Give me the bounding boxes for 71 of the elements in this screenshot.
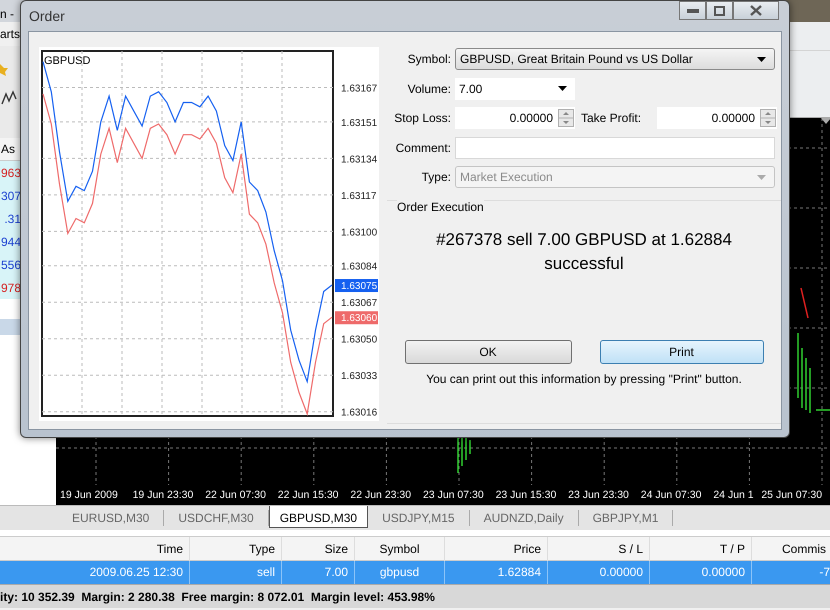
chart-title: GBPUSD [44,55,90,67]
axis-label: 22 Jun 23:30 [350,489,412,501]
caret-icon [757,174,766,180]
volume-field[interactable]: 7.00 [455,78,575,100]
axis-label: 1.63016 [341,408,378,419]
field-label: Comment: [394,140,452,154]
axis-label: 25 Jun 07:30 [761,489,824,501]
table-cell-text: -7 [818,564,830,581]
comment-field[interactable] [455,136,775,158]
field-label: Stop Loss: [393,111,452,125]
result-message: #267378 sell 7.00 GBPUSD at 1.62884 [436,228,732,250]
chart-tab[interactable]: USDJPY,M15 [368,510,470,526]
close-icon [750,5,762,16]
dialog-button[interactable]: OK [404,340,572,364]
caret-icon [757,56,766,62]
axis-label: 22 Jun 07:30 [205,489,267,501]
chart-tab[interactable]: GBPUSD,M30 [268,506,368,528]
axis-label: 1.63084 [341,262,378,273]
chart-tab[interactable]: GBPJPY,M1 [578,510,674,526]
minimize-icon [686,8,698,12]
group-title: Order Execution [397,200,484,214]
maximize-button[interactable] [706,1,733,20]
axis-label: 23 Jun 23:30 [568,489,630,501]
axis-label: 19 Jun 23:30 [132,489,194,501]
price-value: 963 [0,166,21,178]
field-label: Volume: [406,82,452,96]
axis-label: 1.63134 [341,154,378,166]
hint-text: You can print out this information by pressing "Print" button. [426,372,742,386]
caret-icon [558,86,567,91]
maximize-icon [714,6,725,16]
axis-label: 1.63067 [341,298,378,310]
price-value: 307 [0,190,21,202]
field-label: Take Profit: [580,111,642,125]
price-value: 978 [0,282,21,294]
axis-label: 1.63100 [341,227,378,238]
spinner-icon [558,109,574,127]
axis-label: 19 Jun 2009 [60,489,119,501]
axis-label: 22 Jun 15:30 [278,489,340,501]
price-value: 944 [0,236,21,248]
stop-loss-field[interactable]: 0.00000 [455,107,575,129]
minimize-button[interactable] [679,1,706,20]
axis-label: 23 Jun 07:30 [422,489,485,501]
take-profit-field[interactable]: 0.00000 [657,107,777,129]
menu-item[interactable]: arts [0,28,20,40]
price-value: 556 [0,258,21,270]
symbol-dropdown[interactable]: GBPUSD, Great Britain Pound vs US Dollar [455,48,775,70]
column-header[interactable]: Commis [752,537,830,561]
column-header: As [1,143,16,155]
axis-label: 1.63117 [341,190,376,202]
axis-label: 1.63151 [341,118,378,129]
chart-tab[interactable]: EURUSD,M30 [58,510,164,526]
price-value: .31 [3,212,21,224]
axis-label: 1.63050 [341,334,378,346]
price-tag: 1.63060 [335,311,378,324]
dialog-button[interactable]: Print [600,340,764,364]
status-text: ity: 10 352.39 Margin: 2 280.38 Free margin: 8 072.01 Margin level: 453.98% [0,590,435,604]
spinner-icon [760,109,776,127]
price-tag: 1.63075 [335,279,378,292]
axis-label: 24 Jun 07:30 [640,489,702,501]
star-icon[interactable] [0,62,8,76]
field-label: Type: [420,170,452,184]
field-label: Symbol: [406,52,452,66]
axis-label: 1.63033 [341,371,378,382]
chart-tab[interactable]: AUDNZD,Daily [470,510,579,526]
window-title: Order [28,8,65,24]
axis-label: 24 Jun 1 [713,489,755,501]
result-message: successful [544,252,624,274]
axis-label: 1.63167 [341,84,378,94]
close-button[interactable] [733,1,779,20]
window-title: n - [0,8,16,20]
axis-label: 23 Jun 15:30 [496,489,558,501]
